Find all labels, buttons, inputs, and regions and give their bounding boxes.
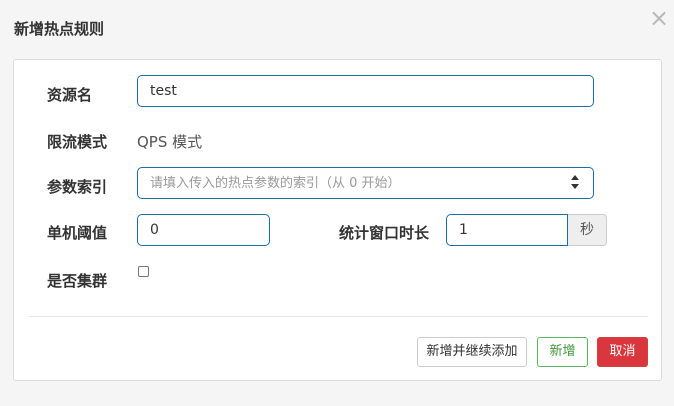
param-index-input[interactable] bbox=[137, 167, 594, 199]
resource-name-label: 资源名 bbox=[47, 86, 93, 104]
resource-name-input[interactable] bbox=[137, 75, 594, 107]
threshold-input[interactable] bbox=[137, 214, 270, 246]
stepper-up-icon[interactable] bbox=[571, 175, 579, 180]
dialog-title: 新增热点规则 bbox=[14, 20, 105, 38]
add-hotspot-rule-dialog: 新增热点规则 × 资源名 限流模式 QPS 模式 参数索引 单机阈值 统计窗口时… bbox=[0, 0, 674, 406]
cancel-button[interactable]: 取消 bbox=[597, 337, 648, 367]
limit-mode-label: 限流模式 bbox=[47, 133, 108, 151]
form-panel: 资源名 限流模式 QPS 模式 参数索引 单机阈值 统计窗口时长 秒 是否集群 … bbox=[13, 59, 662, 381]
add-button[interactable]: 新增 bbox=[537, 337, 588, 367]
stat-window-input[interactable] bbox=[446, 214, 568, 246]
number-stepper[interactable] bbox=[570, 175, 580, 189]
add-and-continue-button[interactable]: 新增并继续添加 bbox=[417, 337, 527, 367]
seconds-unit-addon: 秒 bbox=[568, 214, 607, 246]
cluster-mode-label: 是否集群 bbox=[47, 272, 108, 290]
footer-divider bbox=[29, 316, 648, 317]
limit-mode-value: QPS 模式 bbox=[137, 133, 203, 151]
threshold-label: 单机阈值 bbox=[47, 224, 108, 242]
close-icon[interactable]: × bbox=[648, 6, 670, 30]
param-index-label: 参数索引 bbox=[47, 178, 108, 196]
param-index-field bbox=[137, 167, 594, 199]
stepper-down-icon[interactable] bbox=[571, 184, 579, 189]
cluster-mode-checkbox[interactable] bbox=[138, 266, 149, 277]
stat-window-label: 统计窗口时长 bbox=[339, 224, 430, 242]
